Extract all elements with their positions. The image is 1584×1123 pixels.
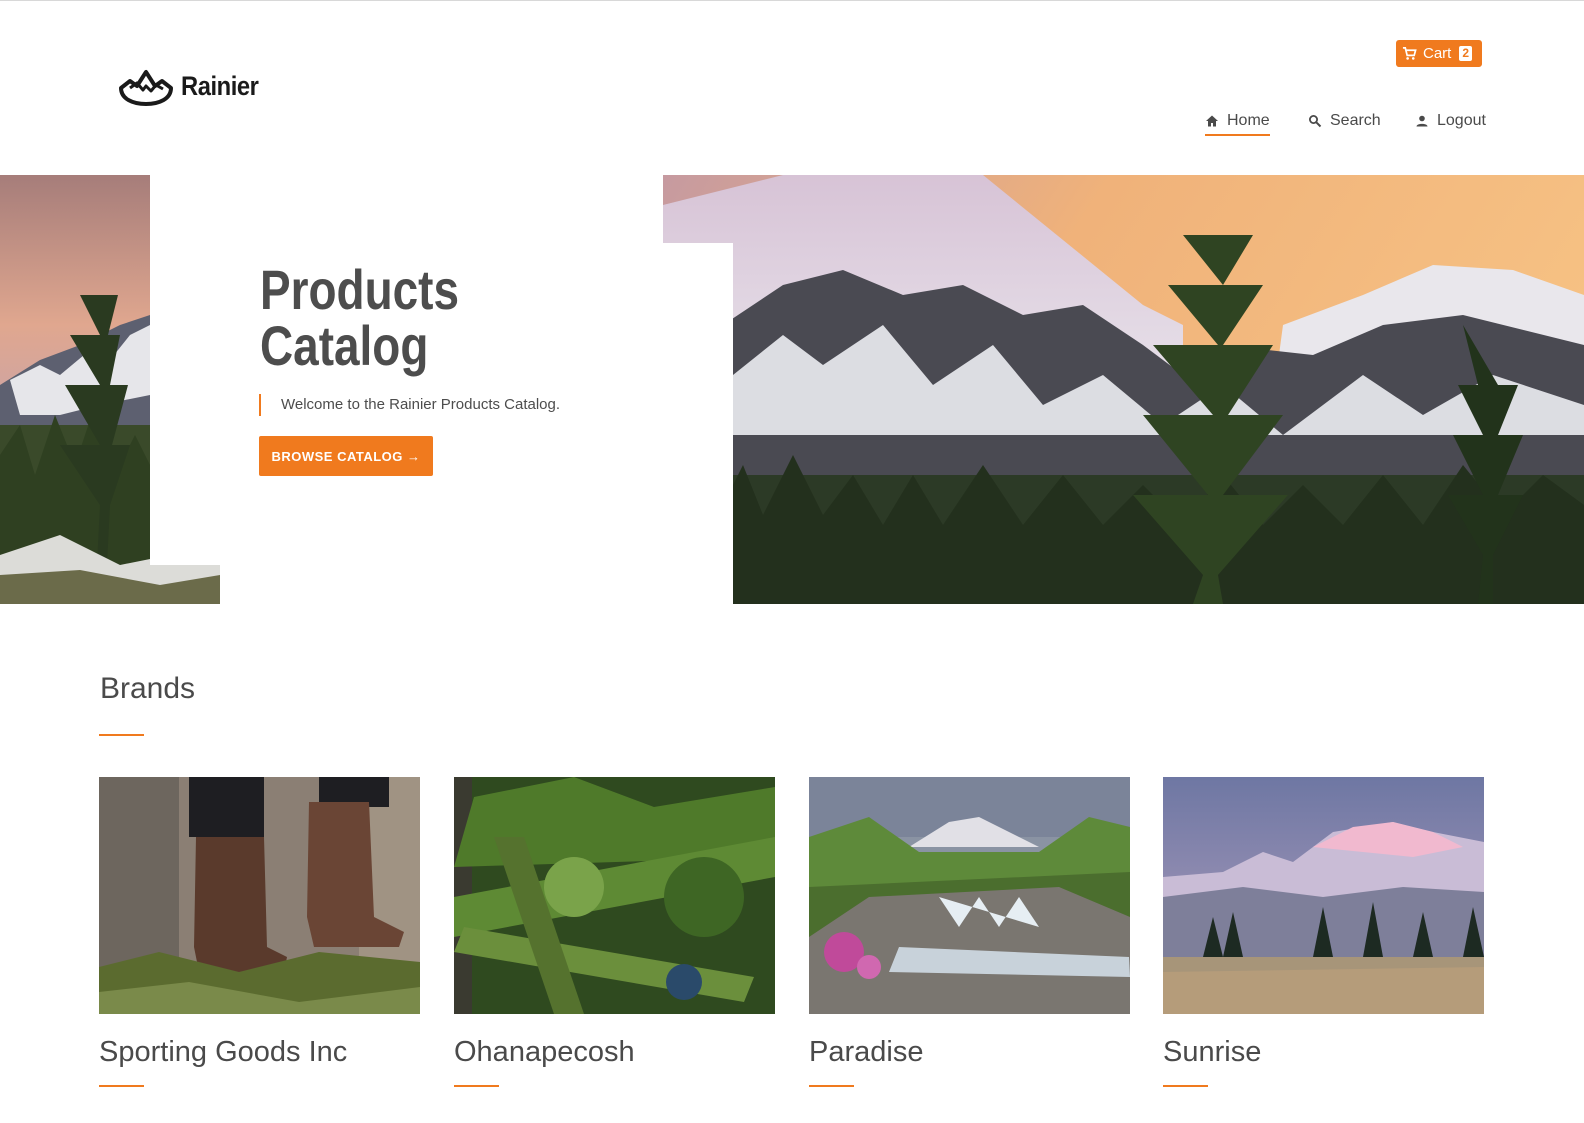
mountain-stream-photo[interactable] bbox=[809, 777, 1130, 1014]
brand-name[interactable]: Ohanapecosh bbox=[454, 1036, 775, 1069]
sunrise-mountain-photo[interactable] bbox=[1163, 777, 1484, 1014]
search-icon bbox=[1309, 115, 1322, 128]
page-title: Products Catalog bbox=[260, 262, 459, 374]
nav-search[interactable]: Search bbox=[1308, 112, 1381, 130]
user-icon bbox=[1416, 115, 1428, 127]
brand-rule bbox=[99, 1085, 144, 1087]
mossy-forest-photo[interactable] bbox=[454, 777, 775, 1014]
brand-card-paradise[interactable]: Paradise bbox=[809, 777, 1130, 1087]
nav-home-label: Home bbox=[1227, 112, 1270, 129]
brand-card-sporting-goods[interactable]: Sporting Goods Inc bbox=[99, 777, 420, 1087]
nav-home[interactable]: Home bbox=[1205, 112, 1270, 136]
brand-rule bbox=[1163, 1085, 1208, 1087]
brand-name[interactable]: Sporting Goods Inc bbox=[99, 1036, 420, 1069]
logo-text: Rainier bbox=[181, 70, 259, 101]
hero-subtitle: Welcome to the Rainier Products Catalog. bbox=[259, 394, 560, 416]
top-border bbox=[0, 0, 1584, 1]
brand-card-ohanapecosh[interactable]: Ohanapecosh bbox=[454, 777, 775, 1087]
cart-button[interactable]: Cart 2 bbox=[1396, 40, 1482, 67]
browse-catalog-button[interactable]: BROWSE CATALOG → bbox=[259, 436, 433, 476]
brand-rule bbox=[454, 1085, 499, 1087]
page-title-line2: Catalog bbox=[260, 314, 429, 377]
nav-logout[interactable]: Logout bbox=[1415, 112, 1486, 130]
home-icon bbox=[1206, 115, 1218, 127]
nav-search-label: Search bbox=[1330, 112, 1381, 129]
cart-count-badge: 2 bbox=[1459, 46, 1473, 61]
brand-name[interactable]: Paradise bbox=[809, 1036, 1130, 1069]
page-title-line1: Products bbox=[260, 258, 460, 321]
hero-left-image bbox=[0, 175, 220, 604]
cart-icon bbox=[1402, 47, 1417, 60]
nav-logout-label: Logout bbox=[1437, 112, 1486, 129]
cart-label: Cart bbox=[1423, 45, 1452, 62]
brand-rule bbox=[809, 1085, 854, 1087]
hero-mountain-image bbox=[663, 175, 1584, 604]
active-indicator bbox=[1205, 134, 1270, 136]
hiking-boots-photo[interactable] bbox=[99, 777, 420, 1014]
brands-heading-rule bbox=[99, 734, 144, 736]
brand-card-sunrise[interactable]: Sunrise bbox=[1163, 777, 1484, 1087]
logo[interactable]: Rainier bbox=[117, 66, 269, 106]
mountain-logo-icon bbox=[119, 70, 173, 106]
brand-name[interactable]: Sunrise bbox=[1163, 1036, 1484, 1069]
brands-heading: Brands bbox=[100, 672, 196, 705]
